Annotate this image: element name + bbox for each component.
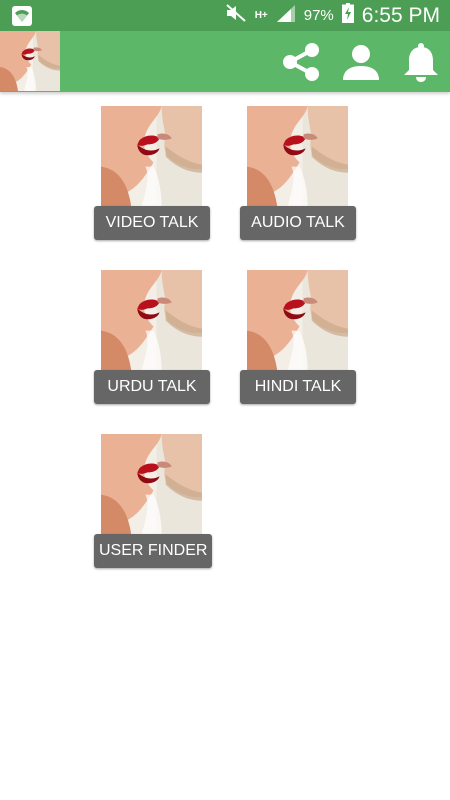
tile-image [247,270,348,371]
battery-charging-icon [341,3,354,28]
hindi-talk-button[interactable]: HINDI TALK [240,370,356,404]
share-button[interactable] [278,39,324,85]
status-bar: H+ 97% 6:55 PM [0,0,450,31]
tile-image [101,434,202,535]
app-bar [0,31,450,92]
urdu-talk-button[interactable]: URDU TALK [94,370,210,404]
tile-audio-talk[interactable]: AUDIO TALK [240,92,360,240]
app-logo[interactable] [0,31,60,91]
audio-talk-button[interactable]: AUDIO TALK [240,206,356,240]
bell-icon [404,42,438,82]
battery-percent: 97% [303,7,334,24]
tile-hindi-talk[interactable]: HINDI TALK [240,256,360,404]
tile-image [101,106,202,207]
network-type: H+ [254,10,268,21]
notifications-button[interactable] [398,39,444,85]
wifi-icon [12,6,32,26]
signal-icon [276,4,296,27]
share-icon [283,42,319,81]
tile-urdu-talk[interactable]: URDU TALK [94,256,214,404]
tile-image [101,270,202,371]
status-indicators: H+ 97% 6:55 PM [225,0,440,31]
tile-video-talk[interactable]: VIDEO TALK [94,92,214,240]
tile-image [247,106,348,207]
person-icon [343,44,379,80]
user-finder-button[interactable]: USER FINDER [94,534,213,568]
profile-button[interactable] [338,39,384,85]
tile-user-finder[interactable]: USER FINDER [94,420,214,568]
video-talk-button[interactable]: VIDEO TALK [94,206,210,240]
mute-icon [225,4,247,27]
app-actions [278,31,444,92]
clock: 6:55 PM [361,3,440,27]
